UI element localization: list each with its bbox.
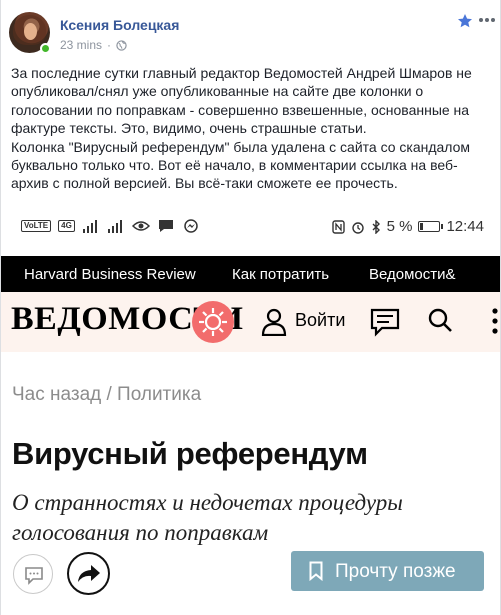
post-text: За последние сутки главный редактор Ведо… [11,64,495,193]
network-badge: 4G [58,220,75,232]
comment-button[interactable] [13,554,53,594]
star-icon[interactable] [457,13,473,29]
post-text-line: фактуре тексты. Это, видимо, очень страш… [11,120,367,137]
meta-separator: · [107,38,112,52]
clock: 12:44 [446,218,484,235]
eye-icon [131,221,150,231]
avatar-face [24,23,37,40]
status-left-icons: VoLTE 4G [21,219,200,233]
alarm-icon [351,221,364,234]
nav-item-vedomosti-and[interactable]: Ведомости& [369,266,456,283]
message-icon [158,220,173,232]
phone-status-bar: VoLTE 4G 5 % 12:44 [10,212,490,246]
site-brand-bar: ВЕДОМОСТИ Войти [0,292,501,352]
signal-icon [107,220,122,233]
chat-icon[interactable] [370,307,400,337]
post-meta: 23 mins · [60,38,127,52]
post-text-line: За последние сутки главный редактор Ведо… [11,65,472,81]
battery-percent: 5 % [386,218,413,235]
post-text-line: опубликовал/снял уже опубликованные на с… [11,83,424,100]
online-status-dot [40,43,51,54]
article-subheadline: О странностях и недочетах процедуры голо… [12,490,403,545]
nav-item-spend[interactable]: Как потратить [232,266,329,283]
article-breadcrumb[interactable]: Час назад / Политика [12,384,201,406]
author-name[interactable]: Ксения Болецкая [60,17,179,33]
search-icon[interactable] [427,307,453,333]
bluetooth-icon [372,219,380,234]
share-button[interactable] [67,552,110,595]
site-top-nav: Harvard Business Review Как потратить Ве… [0,256,501,292]
more-icon[interactable] [478,12,496,28]
vedomosti-screenshot[interactable]: Harvard Business Review Как потратить Ве… [0,256,501,615]
signal-icon [82,220,97,233]
post-timestamp[interactable]: 23 mins [60,38,102,52]
login-link[interactable]: Войти [295,310,345,331]
nav-item-hbr[interactable]: Harvard Business Review [24,266,196,283]
messenger-icon [184,219,198,233]
share-arrow-icon [78,565,100,582]
globe-icon[interactable] [116,39,127,51]
article-headline: Вирусный референдум [12,436,368,471]
user-icon[interactable] [261,308,287,336]
post-text-line: Колонка "Вирусный референдум" была удале… [11,138,471,155]
post-text-line: буквально только что. Вот её начало, в к… [11,157,458,174]
post-text-line: архив с полной версией. Вы всё-таки смож… [11,175,398,192]
comment-icon [25,567,43,585]
post-header: Ксения Болецкая 23 mins · [0,0,501,62]
post-text-line: голосовании по поправкам - совершенно вз… [11,101,470,118]
nfc-icon [331,219,345,234]
volte-badge: VoLTE [21,220,52,232]
bookmark-icon [309,561,323,581]
gear-logo-icon[interactable] [191,300,235,344]
left-border [0,0,1,615]
read-later-button[interactable]: Прочту позже [291,551,484,591]
status-right-icons: 5 % 12:44 [331,218,484,235]
read-later-label: Прочту позже [335,561,456,582]
battery-icon [418,221,444,232]
